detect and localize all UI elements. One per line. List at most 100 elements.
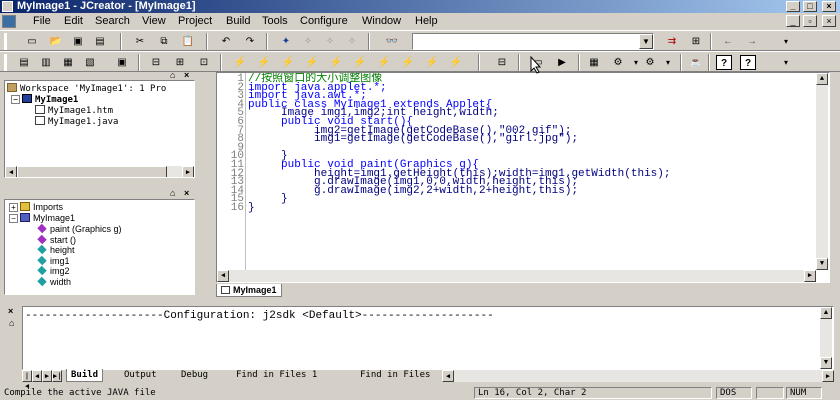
pin-icon[interactable]: ⌂ (9, 318, 14, 328)
tab-output[interactable]: Output (120, 369, 161, 382)
title-bar[interactable]: MyImage1 - JCreator - [MyImage1] _ □ × (0, 0, 840, 13)
file-node[interactable]: MyImage1.java (35, 116, 118, 127)
execute-icon[interactable]: ⚡ (304, 55, 320, 70)
expand-icon[interactable]: + (9, 203, 18, 212)
menu-project[interactable]: Project (178, 15, 212, 28)
close-icon[interactable]: × (184, 188, 189, 198)
bookmark-clear-icon[interactable]: ✧ (344, 34, 360, 49)
tab-build[interactable]: Build (66, 369, 104, 382)
cascade-icon[interactable]: ⊟ (148, 55, 164, 70)
workspace-root[interactable]: Workspace 'MyImage1': 1 Pro (7, 83, 166, 94)
forward-icon[interactable]: → (744, 34, 760, 49)
imports-node[interactable]: + Imports (9, 202, 63, 212)
add-field-icon[interactable]: ⚙ (642, 55, 658, 70)
method-node[interactable]: start () (37, 234, 76, 245)
menu-view[interactable]: View (142, 15, 166, 28)
workspace-hscrollbar[interactable]: ◀ ▶ (5, 166, 194, 177)
toolbar-options-icon[interactable]: ▾ (778, 55, 794, 70)
window-list-icon[interactable]: ▧ (82, 55, 98, 70)
collapse-icon[interactable]: − (11, 95, 20, 104)
minimize-button[interactable]: _ (786, 1, 800, 12)
step-out-icon[interactable]: ⚡ (424, 55, 440, 70)
copy-icon[interactable]: ⧉ (156, 34, 172, 49)
close-icon[interactable]: × (184, 70, 189, 80)
arrange-icon[interactable]: ⊡ (196, 55, 212, 70)
undo-icon[interactable]: ↶ (218, 34, 234, 49)
editor-vscrollbar[interactable]: ▲ ▼ (816, 73, 828, 270)
field-node[interactable]: img2 (37, 265, 70, 276)
find-in-files-icon[interactable]: ⊞ (688, 34, 704, 49)
method-node[interactable]: paint (Graphics g) (37, 223, 122, 234)
redo-icon[interactable]: ↷ (242, 34, 258, 49)
field-node[interactable]: height (37, 244, 75, 255)
scroll-right-icon[interactable]: ▶ (182, 166, 194, 177)
save-all-icon[interactable]: ▤ (92, 34, 108, 49)
workspace-view-icon[interactable]: ▤ (16, 55, 32, 70)
save-icon[interactable]: ▣ (70, 34, 86, 49)
field-node[interactable]: width (37, 276, 71, 287)
bookmark-toggle-icon[interactable]: ✦ (278, 34, 294, 49)
menu-edit[interactable]: Edit (64, 15, 83, 28)
file-node[interactable]: MyImage1.htm (35, 105, 113, 116)
menu-configure[interactable]: Configure (300, 15, 348, 28)
step-icon[interactable]: ⚡ (376, 55, 392, 70)
paste-icon[interactable]: 📋 (180, 34, 196, 49)
tab-first-icon[interactable]: |◀ (22, 370, 32, 390)
scroll-left-icon[interactable]: ◀ (217, 270, 229, 282)
menu-file[interactable]: File (33, 15, 51, 28)
fullscreen-icon[interactable]: ▦ (60, 55, 76, 70)
output-view-icon[interactable]: ▥ (38, 55, 54, 70)
menu-window[interactable]: Window (362, 15, 401, 28)
scroll-right-icon[interactable]: ▶ (804, 270, 816, 282)
chevron-down-icon[interactable]: ▾ (660, 55, 676, 70)
menu-search[interactable]: Search (95, 15, 130, 28)
menu-build[interactable]: Build (226, 15, 250, 28)
build-project-icon[interactable]: ⚡ (256, 55, 272, 70)
stop-icon[interactable]: ⚡ (328, 55, 344, 70)
editor-hscrollbar[interactable]: ◀ ▶ (217, 270, 816, 282)
execute-project-icon[interactable]: ▶ (554, 55, 570, 70)
toggle-panel-icon[interactable]: ▣ (114, 55, 130, 70)
menu-tools[interactable]: Tools (262, 15, 288, 28)
bookmark-prev-icon[interactable]: ✧ (322, 34, 338, 49)
collapse-icon[interactable]: − (9, 214, 18, 223)
back-icon[interactable]: ← (720, 34, 736, 49)
tab-prev-icon[interactable]: ◀ (32, 370, 42, 382)
tab-debug[interactable]: Debug (177, 369, 212, 382)
close-button[interactable]: × (822, 1, 836, 12)
project-node[interactable]: − MyImage1 (11, 94, 78, 105)
scroll-left-icon[interactable]: ◀ (442, 370, 454, 382)
code-editor[interactable]: 1 2 3 4 5 6 7 8 9 10 11 12 13 14 15 16 /… (216, 72, 830, 283)
debug-icon[interactable]: ⚡ (352, 55, 368, 70)
binoculars-icon[interactable]: 👓 (384, 34, 400, 49)
class-node[interactable]: − MyImage1 (9, 213, 75, 223)
child-restore-button[interactable]: ▫ (803, 15, 817, 27)
class-wizard-icon[interactable]: ▦ (586, 55, 602, 70)
child-minimize-button[interactable]: _ (786, 15, 800, 27)
open-icon[interactable]: 📂 (48, 34, 64, 49)
close-icon[interactable]: × (8, 306, 13, 316)
scroll-right-icon[interactable]: ▶ (822, 370, 834, 382)
module-icon[interactable]: ⊟ (494, 55, 510, 70)
output-hscrollbar[interactable]: ◀ ▶ (442, 370, 834, 382)
scroll-up-icon[interactable]: ▲ (820, 307, 832, 319)
compile-file-icon[interactable]: ⚡ (232, 55, 248, 70)
child-close-button[interactable]: × (822, 15, 836, 27)
tab-last-icon[interactable]: ▶| (52, 370, 62, 382)
scroll-thumb[interactable] (17, 166, 167, 177)
tab-find-in-files-2[interactable]: Find in Files (356, 369, 434, 382)
help-icon[interactable]: ? (716, 55, 732, 70)
add-method-icon[interactable]: ⚙ (610, 55, 626, 70)
pin-icon[interactable]: ⌂ (170, 188, 175, 198)
find-next-icon[interactable]: ⇉ (664, 34, 680, 49)
new-icon[interactable]: ▭ (24, 34, 40, 49)
maximize-button[interactable]: □ (803, 1, 817, 12)
step-over-icon[interactable]: ⚡ (400, 55, 416, 70)
find-combo[interactable]: ▼ (412, 33, 654, 50)
tile-icon[interactable]: ⊞ (172, 55, 188, 70)
rebuild-icon[interactable]: ⚡ (280, 55, 296, 70)
java-doc-icon[interactable]: ☕ (688, 55, 704, 70)
toolbar-options-icon[interactable]: ▾ (778, 34, 794, 49)
bookmark-next-icon[interactable]: ✧ (300, 34, 316, 49)
app-icon[interactable] (2, 1, 13, 12)
